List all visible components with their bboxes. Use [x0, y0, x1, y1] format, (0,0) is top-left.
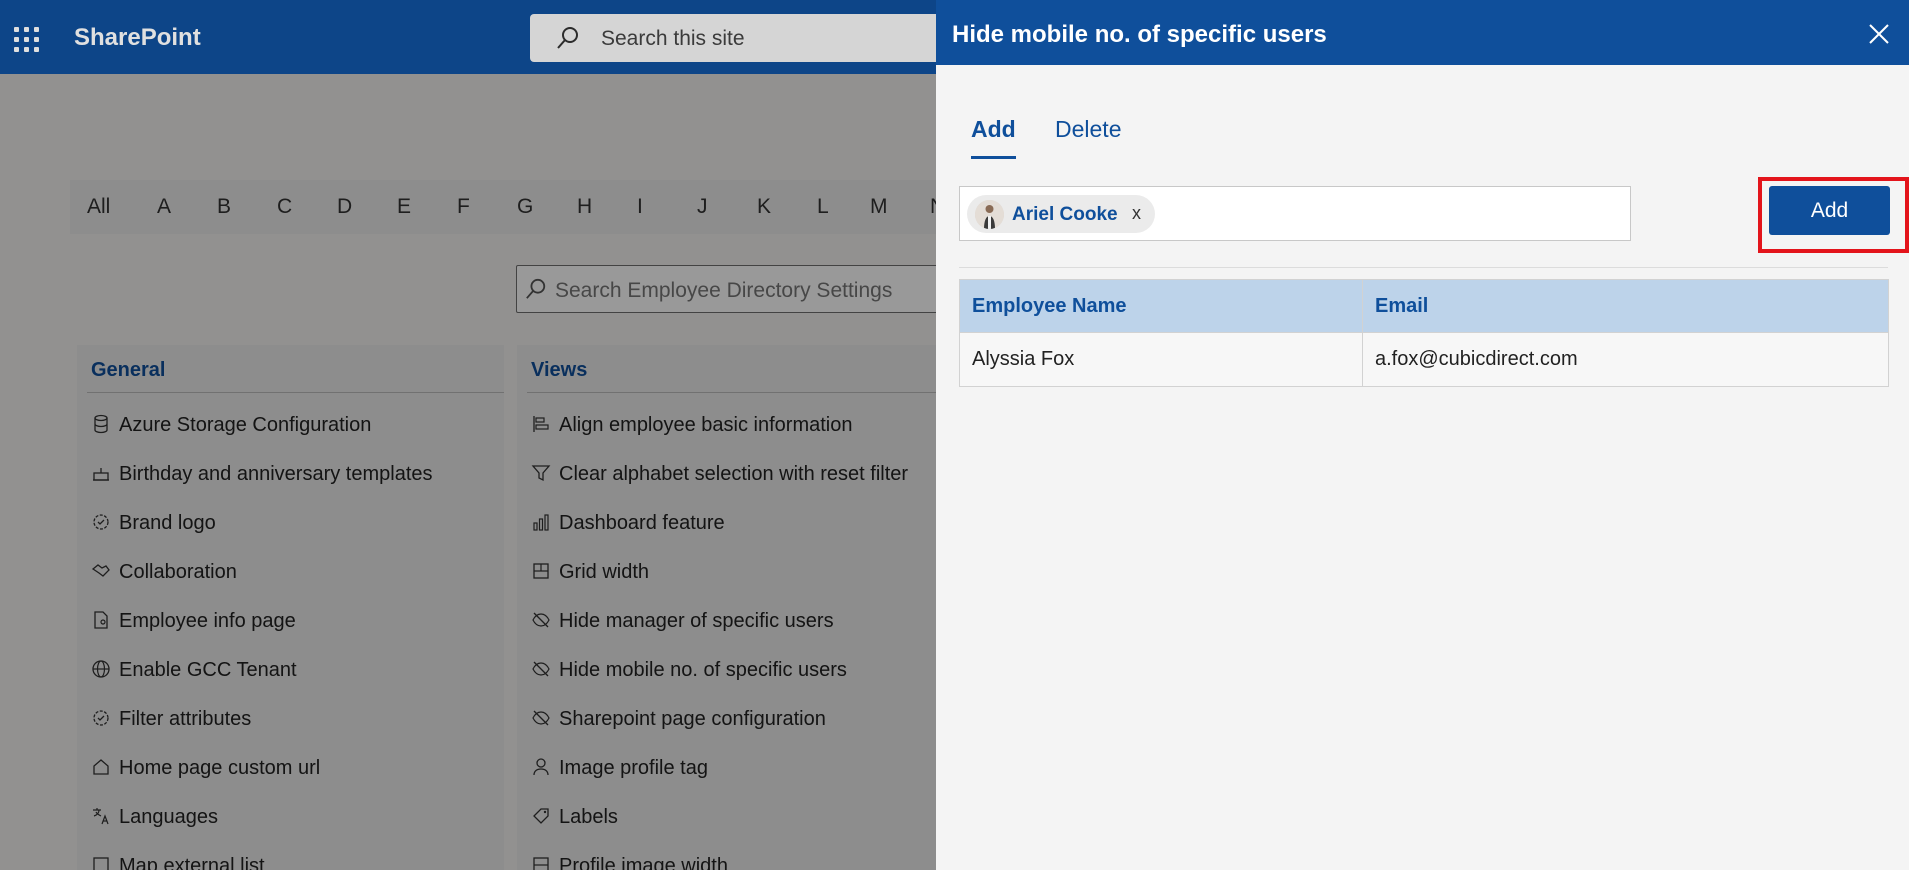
panel-title: Hide mobile no. of specific users: [952, 21, 1327, 48]
table-header-row: Employee Name Email: [959, 279, 1889, 333]
people-picker-input[interactable]: Ariel Cooke x: [959, 186, 1631, 241]
table-row[interactable]: Alyssia Fox a.fox@cubicdirect.com: [959, 332, 1889, 387]
cell-email: a.fox@cubicdirect.com: [1362, 332, 1889, 387]
modal-overlay[interactable]: [0, 74, 936, 870]
header-overlay: [0, 0, 936, 74]
selected-user-name: Ariel Cooke: [1012, 204, 1118, 225]
tab-delete[interactable]: Delete: [1055, 116, 1121, 143]
active-tab-indicator: [971, 156, 1016, 159]
panel-header: Hide mobile no. of specific users: [936, 0, 1909, 65]
hidden-users-table: Employee Name Email Alyssia Fox a.fox@cu…: [959, 279, 1889, 387]
cell-employee-name: Alyssia Fox: [959, 332, 1363, 387]
avatar: [975, 200, 1004, 229]
remove-user-button[interactable]: x: [1132, 203, 1141, 224]
divider: [959, 267, 1888, 268]
selected-user-chip: Ariel Cooke x: [967, 195, 1155, 233]
close-icon[interactable]: [1867, 22, 1891, 46]
add-button[interactable]: Add: [1769, 186, 1890, 235]
tab-add[interactable]: Add: [971, 116, 1016, 143]
column-header-email[interactable]: Email: [1362, 279, 1889, 333]
column-header-employee-name[interactable]: Employee Name: [959, 279, 1363, 333]
side-panel: Hide mobile no. of specific users Add De…: [936, 0, 1909, 870]
